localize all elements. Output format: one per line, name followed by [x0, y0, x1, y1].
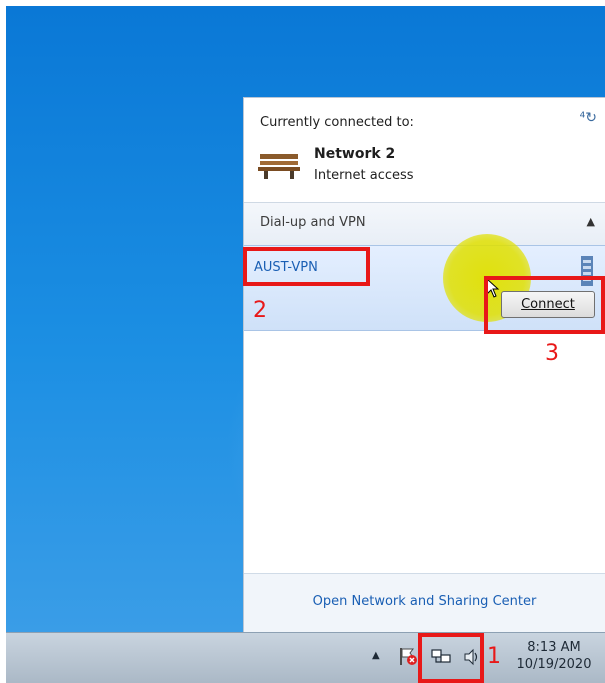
action-center-flag-icon[interactable] [398, 646, 418, 666]
annotation-box-connect [484, 276, 605, 334]
refresh-icon[interactable]: ⁴↻ [580, 110, 597, 126]
current-connection-label: Currently connected to: [260, 115, 414, 130]
show-hidden-icons-icon[interactable]: ▲ [372, 650, 380, 661]
taskbar: ▲ 8:13 AM 10/19/2020 [6, 632, 605, 683]
chevron-up-icon[interactable]: ▲ [587, 215, 595, 228]
annotation-box-vpn [243, 247, 370, 286]
clock-date: 10/19/2020 [516, 657, 592, 672]
annotation-number-3: 3 [545, 341, 559, 366]
network-bench-icon [258, 154, 300, 179]
current-connection-section: Currently connected to: ⁴↻ Network 2 Int… [244, 98, 605, 202]
annotation-number-1: 1 [487, 644, 501, 669]
system-clock[interactable]: 8:13 AM 10/19/2020 [508, 640, 600, 672]
dialup-vpn-section-header[interactable]: Dial-up and VPN ▲ [244, 202, 605, 245]
flyout-footer: Open Network and Sharing Center [244, 573, 605, 632]
network-status: Internet access [314, 168, 414, 183]
dialup-vpn-label: Dial-up and VPN [260, 215, 366, 230]
clock-time: 8:13 AM [527, 640, 581, 655]
network-name: Network 2 [314, 146, 396, 162]
annotation-box-network-tray [418, 633, 484, 683]
annotation-number-2: 2 [253, 298, 267, 323]
open-network-sharing-center-link[interactable]: Open Network and Sharing Center [244, 594, 605, 609]
